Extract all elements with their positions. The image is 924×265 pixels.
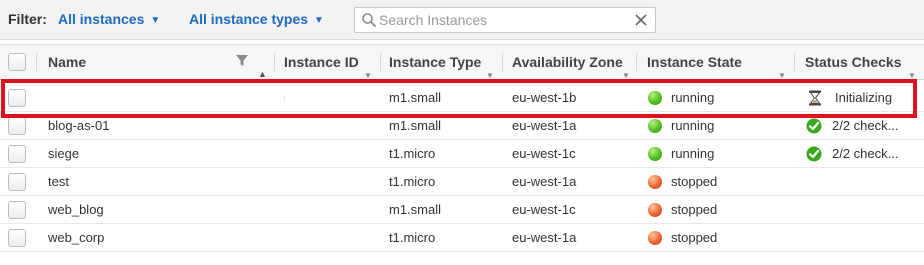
- cell-availability-zone: eu-west-1c: [512, 146, 576, 161]
- row-checkbox[interactable]: [8, 117, 26, 135]
- table-header: Name ▲ Instance ID ▼ Instance Type ▼ Ava…: [0, 44, 924, 80]
- column-header-name-label: Name: [48, 54, 87, 70]
- instance-types-filter-label: All instance types: [189, 11, 309, 27]
- chevron-down-icon: ▼: [314, 15, 324, 26]
- cell-status-checks[interactable]: 2/2 check...: [832, 112, 922, 140]
- cell-name: test: [48, 174, 69, 189]
- cell-name: [48, 84, 273, 112]
- column-divider: [274, 53, 275, 71]
- column-divider: [794, 53, 795, 71]
- cell-instance-type: t1.micro: [389, 146, 436, 161]
- cell-availability-zone: eu-west-1c: [512, 202, 576, 217]
- check-circle-icon: [806, 118, 822, 134]
- cell-instance-type: t1.micro: [389, 174, 436, 189]
- row-checkbox[interactable]: [8, 201, 26, 219]
- cell-name: blog-as-01: [48, 118, 110, 133]
- cell-name: web_blog: [48, 202, 104, 217]
- instances-filter-label: All instances: [58, 11, 145, 27]
- filter-bar: Filter: All instances ▼ All instance type…: [0, 0, 924, 40]
- column-header-status-checks[interactable]: Status Checks ▼: [805, 45, 922, 80]
- search-box: [354, 7, 656, 33]
- cell-availability-zone: eu-west-1a: [512, 174, 577, 189]
- instances-filter-dropdown[interactable]: All instances ▼: [58, 11, 160, 27]
- running-status-dot-icon: [648, 119, 662, 133]
- select-all-checkbox[interactable]: [8, 53, 26, 71]
- close-icon[interactable]: [634, 13, 648, 27]
- column-header-instance-id[interactable]: Instance ID ▼: [284, 45, 380, 80]
- cell-status-checks[interactable]: 2/2 check...: [832, 140, 922, 168]
- cell-name: siege: [48, 146, 80, 161]
- column-header-instance-id-label: Instance ID: [284, 54, 359, 70]
- check-circle-icon: [806, 146, 822, 162]
- column-header-availability-zone-label: Availability Zone: [512, 54, 623, 70]
- running-status-dot-icon: [648, 147, 662, 161]
- column-header-instance-type[interactable]: Instance Type ▼: [389, 45, 501, 80]
- cell-instance-state: stopped: [671, 202, 718, 217]
- column-header-status-checks-label: Status Checks: [805, 54, 902, 70]
- search-icon: [362, 13, 376, 27]
- column-divider: [636, 53, 637, 71]
- cell-availability-zone: eu-west-1a: [512, 118, 577, 133]
- row-checkbox[interactable]: [8, 173, 26, 191]
- column-header-instance-type-label: Instance Type: [389, 54, 482, 70]
- cell-instance-state: running: [671, 118, 715, 133]
- search-input[interactable]: [379, 10, 629, 30]
- table-row[interactable]: test t1.micro eu-west-1a stopped: [0, 168, 924, 196]
- row-checkbox[interactable]: [8, 89, 26, 107]
- column-divider: [502, 53, 503, 71]
- cell-instance-type: m1.small: [389, 118, 442, 133]
- cell-instance-type: m1.small: [389, 90, 442, 105]
- row-checkbox[interactable]: [8, 145, 26, 163]
- hourglass-icon: [809, 90, 821, 106]
- table-row[interactable]: siege t1.micro eu-west-1c running 2/2 ch…: [0, 140, 924, 168]
- column-divider: [36, 53, 37, 71]
- table-row[interactable]: web_corp t1.micro eu-west-1a stopped: [0, 224, 924, 252]
- column-divider: [380, 53, 381, 71]
- cell-instance-state: stopped: [671, 230, 718, 245]
- cell-instance-state: stopped: [671, 174, 718, 189]
- cell-availability-zone: eu-west-1a: [512, 230, 577, 245]
- table-row[interactable]: web_blog m1.small eu-west-1c stopped: [0, 196, 924, 224]
- filter-funnel-icon[interactable]: [235, 54, 249, 68]
- cell-instance-id: [284, 95, 285, 101]
- running-status-dot-icon: [648, 91, 662, 105]
- cell-availability-zone: eu-west-1b: [512, 90, 577, 105]
- cell-instance-type: t1.micro: [389, 230, 436, 245]
- cell-status-checks: Initializing: [835, 90, 893, 105]
- filter-label: Filter:: [8, 11, 47, 27]
- chevron-down-icon: ▼: [150, 15, 161, 26]
- cell-instance-state: running: [671, 90, 715, 105]
- stopped-status-dot-icon: [648, 175, 662, 189]
- table-row[interactable]: m1.small eu-west-1b running Initializing: [0, 84, 924, 112]
- cell-instance-type: m1.small: [389, 202, 442, 217]
- cell-name: web_corp: [48, 230, 105, 245]
- column-header-instance-state-label: Instance State: [647, 54, 742, 70]
- row-checkbox[interactable]: [8, 229, 26, 247]
- stopped-status-dot-icon: [648, 231, 662, 245]
- column-header-name[interactable]: Name ▲: [48, 45, 273, 79]
- table-row[interactable]: blog-as-01 m1.small eu-west-1a running 2…: [0, 112, 924, 140]
- cell-instance-state: running: [671, 146, 715, 161]
- instance-types-filter-dropdown[interactable]: All instance types ▼: [189, 11, 324, 27]
- column-header-availability-zone[interactable]: Availability Zone ▼: [512, 45, 636, 80]
- stopped-status-dot-icon: [648, 203, 662, 217]
- column-header-instance-state[interactable]: Instance State ▼: [647, 45, 792, 80]
